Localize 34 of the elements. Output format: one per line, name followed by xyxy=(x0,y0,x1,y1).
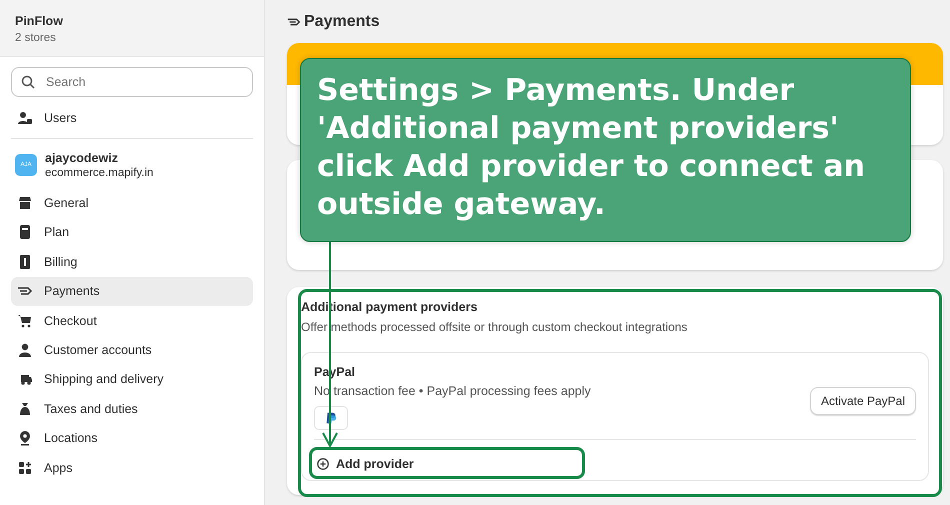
provider-details: No transaction fee • PayPal processing fees apply xyxy=(314,384,591,398)
nav-item[interactable]: Shipping and delivery xyxy=(11,364,253,394)
grid-icon xyxy=(17,460,33,476)
nav-item[interactable]: Locations xyxy=(11,424,253,453)
document-icon xyxy=(17,224,33,240)
nav-item[interactable]: Customer accounts xyxy=(11,335,253,365)
store-count: 2 stores xyxy=(15,32,57,44)
nav-item[interactable]: Apps xyxy=(11,452,253,482)
page-title: Payments xyxy=(304,13,380,31)
cart-icon xyxy=(17,312,33,329)
search-field[interactable]: Search xyxy=(11,67,253,97)
search-icon xyxy=(20,74,36,90)
store-domain: ecommerce.mapify.in xyxy=(45,167,154,180)
nav-item[interactable]: Payments xyxy=(11,276,253,306)
nav-item[interactable]: Taxes and duties xyxy=(11,394,253,424)
nav-item[interactable]: Checkout xyxy=(11,306,253,336)
store-name: ajaycodewiz xyxy=(45,151,119,166)
search-input[interactable]: Search xyxy=(44,74,238,90)
nav-item[interactable]: General xyxy=(11,188,253,218)
add-provider-button[interactable]: Add provider xyxy=(314,454,416,474)
pin-icon xyxy=(17,430,33,446)
org-name: PinFlow xyxy=(15,14,64,28)
users-icon xyxy=(17,110,33,126)
store-icon xyxy=(17,195,33,212)
nav-item[interactable]: Plan xyxy=(11,218,253,248)
add-circle-icon xyxy=(316,457,330,471)
nav-item[interactable]: Billing xyxy=(11,247,253,277)
callout: Settings > Payments. Under 'Additional payment providers' click Add provider to connect an outside gateway. xyxy=(300,58,911,242)
section-description: Offer methods processed offsite or through custom checkout integrations xyxy=(301,320,688,334)
activate-paypal-button[interactable]: Activate PayPal xyxy=(810,386,916,414)
paypal-logo-icon xyxy=(314,406,348,430)
users-link[interactable]: Users xyxy=(11,103,253,132)
person-icon xyxy=(17,342,33,358)
bag-icon xyxy=(17,400,33,417)
